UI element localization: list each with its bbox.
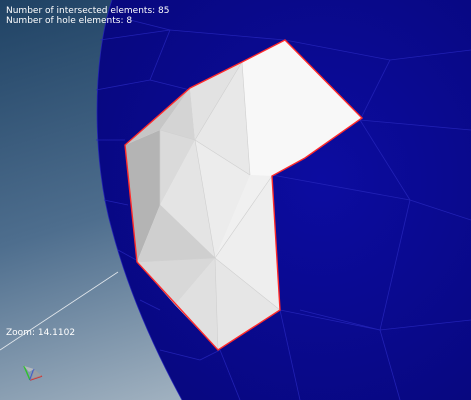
mesh-scene[interactable] xyxy=(0,0,471,400)
axis-triad-icon xyxy=(23,365,43,381)
hole-elements-count: Number of hole elements: 8 xyxy=(6,16,132,26)
zoom-label-text: Zoom: xyxy=(6,328,35,338)
3d-viewport[interactable]: Number of intersected elements: 85 Numbe… xyxy=(0,0,471,400)
intersected-label: Number of intersected elements: xyxy=(6,6,156,16)
zoom-value: 14.1102 xyxy=(37,328,76,338)
intersected-value: 85 xyxy=(158,6,170,16)
hole-label: Number of hole elements: xyxy=(6,16,124,26)
intersected-elements-count: Number of intersected elements: 85 xyxy=(6,6,170,16)
zoom-readout: Zoom: 14.1102 xyxy=(6,328,75,338)
hole-value: 8 xyxy=(126,16,133,26)
